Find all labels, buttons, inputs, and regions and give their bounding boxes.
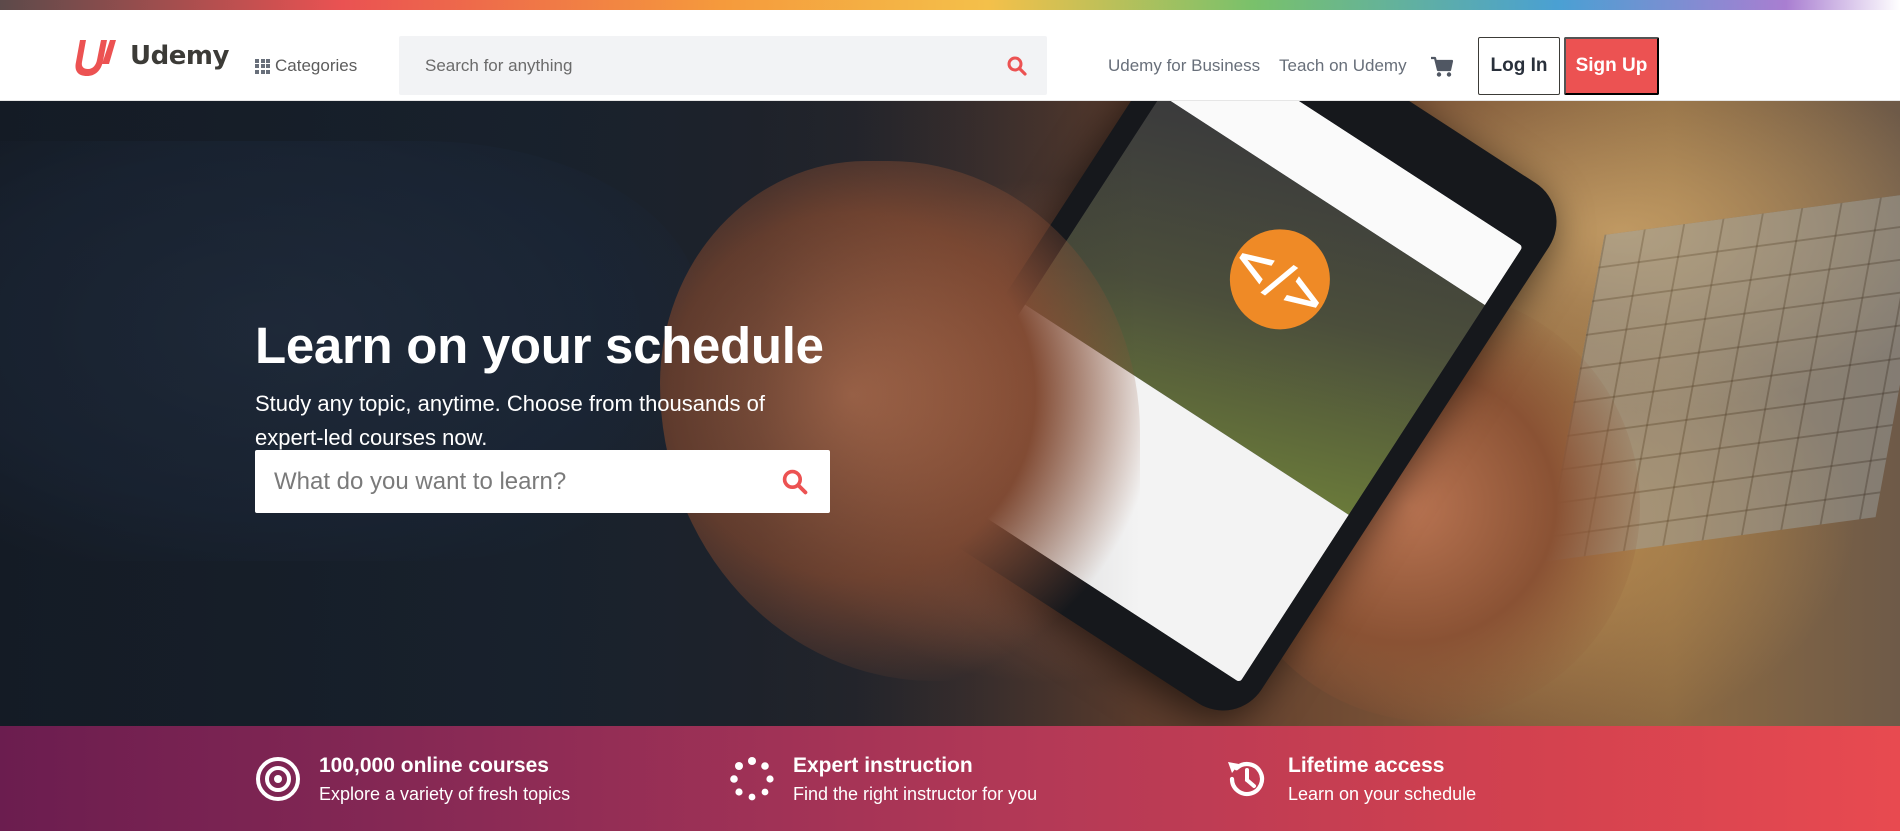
value-propositions-strip: 100,000 online courses Explore a variety… <box>0 726 1900 831</box>
hero-text: Learn on your schedule Study any topic, … <box>255 316 895 455</box>
teach-on-udemy-link[interactable]: Teach on Udemy <box>1279 56 1407 76</box>
value-prop-description: Find the right instructor for you <box>793 784 1038 804</box>
hero-search-bar <box>255 450 830 513</box>
hero-title: Learn on your schedule <box>255 317 824 374</box>
signup-button[interactable]: Sign Up <box>1564 37 1659 95</box>
target-icon <box>256 757 300 801</box>
categories-label: Categories <box>275 56 358 75</box>
hero-banner: </> Learn on your schedule Study any top… <box>0 101 1900 726</box>
value-prop-title: Lifetime access <box>1288 754 1445 777</box>
search-icon <box>782 469 808 494</box>
hero-search-input[interactable] <box>255 450 760 513</box>
login-button[interactable]: Log In <box>1478 37 1560 95</box>
logo-text: Udemy <box>130 41 229 71</box>
header-search-bar <box>399 36 1047 95</box>
udemy-logo[interactable]: Udemy <box>72 34 229 78</box>
value-prop-instruction: Expert instruction Find the right instru… <box>729 754 1037 808</box>
search-icon <box>1007 56 1027 76</box>
hero-search-button[interactable] <box>760 450 830 513</box>
top-rainbow-bar <box>0 0 1900 10</box>
udemy-for-business-link[interactable]: Udemy for Business <box>1108 56 1260 76</box>
top-navigation-bar: Udemy Categories Udemy for Business Teac… <box>0 10 1900 101</box>
value-prop-title: 100,000 online courses <box>319 754 549 777</box>
value-prop-description: Explore a variety of fresh topics <box>319 784 571 804</box>
shopping-cart-icon[interactable] <box>1430 56 1454 78</box>
value-prop-lifetime: Lifetime access Learn on your schedule <box>1224 754 1476 808</box>
spinner-icon <box>730 757 774 801</box>
history-icon <box>1228 761 1265 797</box>
header-search-button[interactable] <box>987 36 1047 95</box>
udemy-logo-icon <box>75 40 116 76</box>
header-search-input[interactable] <box>399 36 987 95</box>
grid-icon <box>255 58 270 74</box>
categories-menu[interactable]: Categories <box>255 56 357 76</box>
value-prop-title: Expert instruction <box>793 754 973 777</box>
value-prop-courses: 100,000 online courses Explore a variety… <box>255 754 570 808</box>
value-prop-description: Learn on your schedule <box>1288 784 1477 804</box>
hero-subtitle: Study any topic, anytime. Choose from th… <box>255 391 765 450</box>
